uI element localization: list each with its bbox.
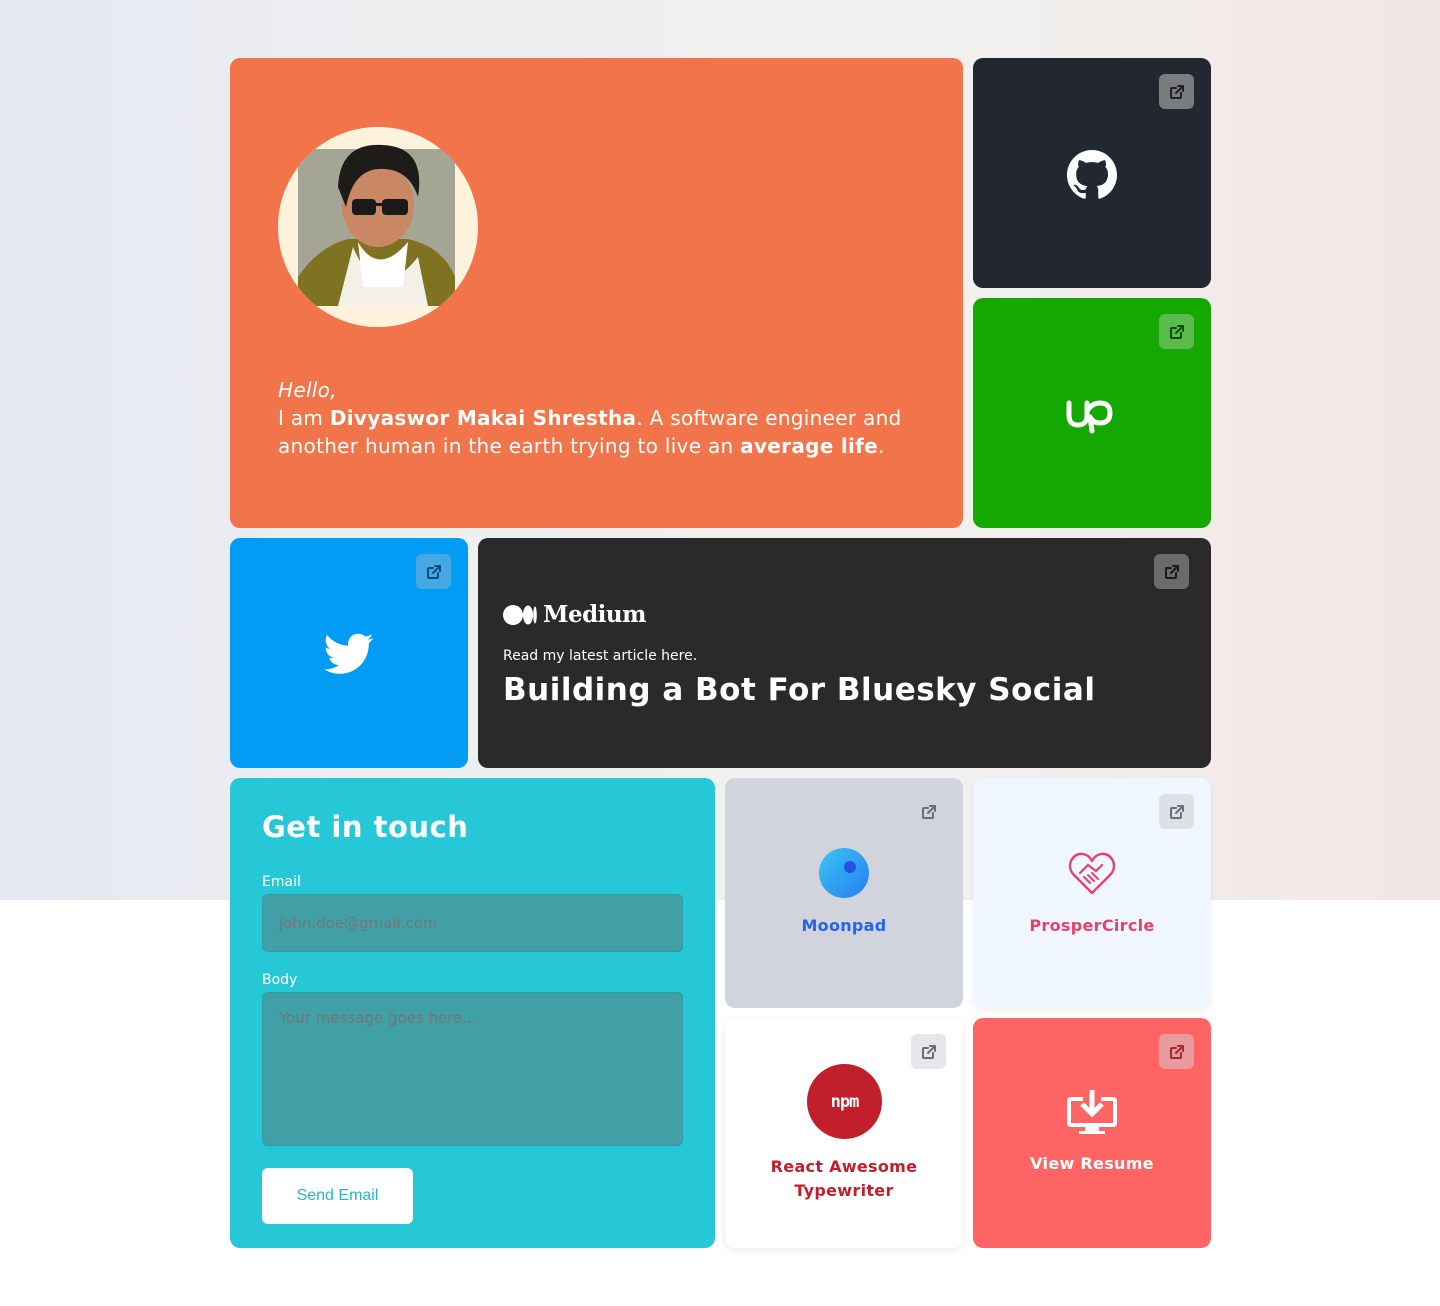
github-icon — [1067, 150, 1117, 200]
intro-text: Hello, I am Divyaswor Makai Shrestha. A … — [278, 376, 918, 460]
github-card[interactable] — [973, 58, 1211, 288]
upwork-card[interactable] — [973, 298, 1211, 528]
project-card-prospercircle[interactable]: ProsperCircle — [973, 778, 1211, 1008]
email-label: Email — [262, 874, 301, 890]
handshake-icon — [1067, 848, 1117, 898]
medium-card[interactable]: Medium Read my latest article here. Buil… — [478, 538, 1211, 768]
contact-form: Get in touch Email Body Send Email — [230, 778, 715, 1248]
intro-suffix: . — [878, 434, 885, 458]
intro-emphasis: average life — [740, 434, 879, 458]
resume-card[interactable]: View Resume — [973, 1018, 1211, 1248]
npm-project-label: React Awesome Typewriter — [770, 1157, 918, 1200]
greeting: Hello, — [278, 378, 337, 402]
twitter-icon — [324, 632, 374, 676]
body-label: Body — [262, 972, 298, 988]
intro-card: Hello, I am Divyaswor Makai Shrestha. A … — [230, 58, 963, 528]
download-icon — [1067, 1088, 1117, 1136]
external-link-icon[interactable] — [911, 794, 946, 829]
author-name: Divyaswor Makai Shrestha — [329, 406, 637, 430]
body-field[interactable] — [262, 992, 683, 1146]
article-title[interactable]: Building a Bot For Bluesky Social — [503, 672, 1095, 708]
moonpad-label: Moonpad — [801, 916, 887, 935]
external-link-icon[interactable] — [1159, 314, 1194, 349]
prospercircle-label: ProsperCircle — [1029, 916, 1155, 935]
view-resume-label: View Resume — [1030, 1154, 1154, 1173]
email-field[interactable] — [262, 894, 683, 952]
contact-title: Get in touch — [262, 810, 469, 844]
twitter-card[interactable] — [230, 538, 468, 768]
project-card-moonpad[interactable]: Moonpad — [725, 778, 963, 1008]
medium-logo: Medium — [503, 601, 646, 628]
external-link-icon[interactable] — [911, 1034, 946, 1069]
intro-prefix: I am — [278, 406, 330, 430]
npm-icon: npm — [807, 1064, 882, 1139]
medium-wordmark: Medium — [543, 601, 646, 628]
send-email-button[interactable]: Send Email — [262, 1168, 413, 1224]
upwork-icon — [1066, 395, 1118, 435]
medium-subtitle: Read my latest article here. — [503, 648, 698, 664]
external-link-icon[interactable] — [1154, 554, 1189, 589]
external-link-icon[interactable] — [1159, 794, 1194, 829]
external-link-icon[interactable] — [416, 554, 451, 589]
medium-icon — [503, 604, 537, 625]
project-card-react-awesome-typewriter[interactable]: npm React Awesome Typewriter — [725, 1018, 963, 1248]
npm-badge-text: npm — [830, 1091, 860, 1112]
moonpad-icon — [819, 848, 869, 898]
external-link-icon[interactable] — [1159, 74, 1194, 109]
external-link-icon[interactable] — [1159, 1034, 1194, 1069]
avatar — [278, 127, 478, 327]
